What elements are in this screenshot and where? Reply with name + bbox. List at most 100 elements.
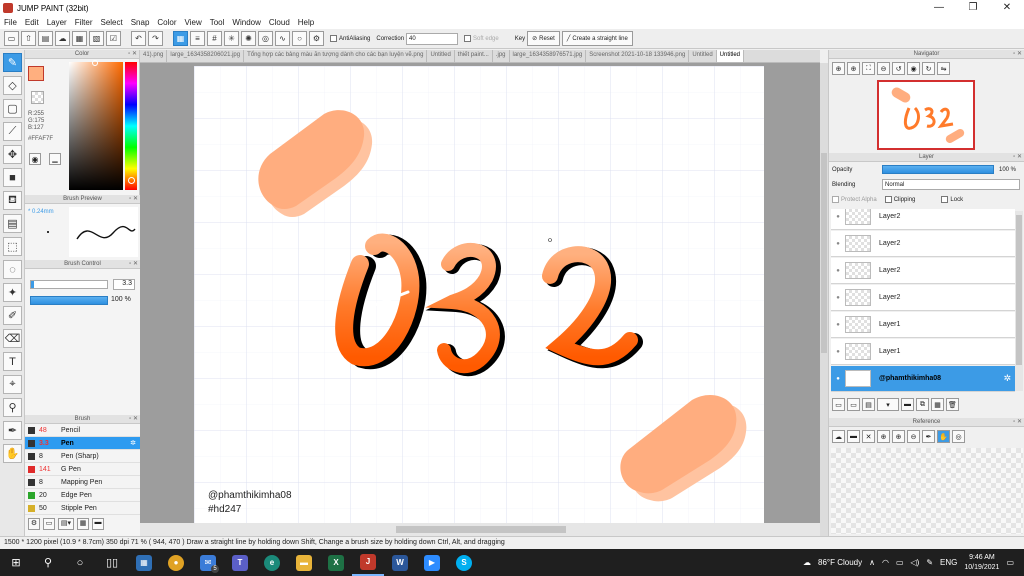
- weather-text[interactable]: 86°F Cloudy: [818, 558, 862, 567]
- lasso-tool-icon[interactable]: ◌: [3, 260, 22, 279]
- panel-close-icon[interactable]: ▫ ✕: [1013, 418, 1022, 427]
- reference-fit-icon[interactable]: ⊕: [877, 430, 890, 443]
- clock[interactable]: 9:46 AM 10/19/2021: [964, 553, 999, 573]
- word-icon[interactable]: W: [384, 549, 416, 576]
- tab-document[interactable]: Tổng hợp các bảng màu ăn tượng dành cho …: [244, 50, 428, 62]
- snap-cross-icon[interactable]: #: [207, 31, 222, 46]
- search-icon[interactable]: ⚲: [32, 549, 64, 576]
- teams-icon[interactable]: T: [224, 549, 256, 576]
- save-icon[interactable]: ▤: [38, 31, 53, 46]
- brush-item-pencil[interactable]: 48 Pencil: [25, 424, 140, 437]
- line-tool-icon[interactable]: ⟋: [3, 122, 22, 141]
- vertical-scrollbar[interactable]: [820, 63, 828, 536]
- layer-folder-icon[interactable]: ▬: [901, 398, 914, 411]
- skype-icon[interactable]: S: [448, 549, 480, 576]
- pen-tray-icon[interactable]: ✎: [926, 558, 933, 567]
- panel-close-icon[interactable]: ▫ ✕: [1013, 50, 1022, 59]
- windows-start-icon[interactable]: ⊞: [0, 549, 32, 576]
- brush-item-mapping-pen[interactable]: 8 Mapping Pen: [25, 476, 140, 489]
- excel-icon[interactable]: X: [320, 549, 352, 576]
- menu-snap[interactable]: Snap: [131, 18, 150, 27]
- reference-eyedropper-icon[interactable]: ✒: [922, 430, 935, 443]
- reference-zoom-in-icon[interactable]: ⊕: [892, 430, 905, 443]
- brush-new-icon[interactable]: ▭: [43, 518, 55, 530]
- magic-wand-icon[interactable]: ✦: [3, 283, 22, 302]
- straight-line-button[interactable]: ╱ Create a straight line: [561, 31, 633, 46]
- tab-document[interactable]: large_1634358206021.jpg: [167, 50, 245, 62]
- clipping-checkbox[interactable]: Clipping: [884, 196, 915, 203]
- layer-item[interactable]: ● Layer2: [831, 258, 1015, 284]
- pen-tool-icon[interactable]: ✎: [3, 53, 22, 72]
- protect-alpha-checkbox[interactable]: Protect Alpha: [832, 196, 877, 203]
- layer-item[interactable]: ● Layer1: [831, 339, 1015, 365]
- brush-item-edge-pen[interactable]: 20 Edge Pen: [25, 489, 140, 502]
- snap-icon[interactable]: ☑: [106, 31, 121, 46]
- antialiasing-checkbox[interactable]: AntiAliasing: [330, 35, 370, 42]
- edge-icon[interactable]: e: [256, 549, 288, 576]
- layer-mask-icon[interactable]: ▦: [931, 398, 944, 411]
- new-layer-folder-icon[interactable]: ▭: [847, 398, 860, 411]
- correction-input[interactable]: 40: [406, 32, 459, 45]
- rotate-left-icon[interactable]: ↺: [892, 62, 905, 75]
- menu-layer[interactable]: Layer: [47, 18, 67, 27]
- panel-close-icon[interactable]: ▫ ✕: [1013, 153, 1022, 162]
- snap-curve-icon[interactable]: ∿: [275, 31, 290, 46]
- layer-opacity-slider[interactable]: [882, 165, 994, 174]
- hue-slider-handle[interactable]: [128, 177, 135, 184]
- network-icon[interactable]: ◠: [882, 558, 889, 567]
- move-tool-icon[interactable]: ✥: [3, 145, 22, 164]
- panel-close-icon[interactable]: ▫ ✕: [129, 260, 138, 269]
- menu-window[interactable]: Window: [232, 18, 260, 27]
- brush-page-icon[interactable]: ▦: [77, 518, 89, 530]
- language-indicator[interactable]: ENG: [940, 558, 957, 567]
- store-icon[interactable]: ▦: [128, 549, 160, 576]
- jump-paint-icon[interactable]: J: [352, 549, 384, 576]
- tab-document[interactable]: 41).png: [140, 50, 168, 62]
- gradient-tool-icon[interactable]: ▤: [3, 214, 22, 233]
- reference-close-icon[interactable]: ✕: [862, 430, 875, 443]
- brush-item-pen[interactable]: 3.3 Pen ✲: [25, 437, 140, 450]
- brush-item-g-pen[interactable]: 141 G Pen: [25, 463, 140, 476]
- tab-document[interactable]: .jpg: [493, 50, 510, 62]
- page-icon[interactable]: ▦: [72, 31, 87, 46]
- task-view-icon[interactable]: ▯▯: [96, 549, 128, 576]
- file-explorer-icon[interactable]: ▬: [288, 549, 320, 576]
- menu-filter[interactable]: Filter: [75, 18, 93, 27]
- horizontal-scrollbar[interactable]: [140, 523, 820, 536]
- hand-tool-icon[interactable]: ✋: [3, 444, 22, 463]
- snap-vanish-icon[interactable]: ✳: [224, 31, 239, 46]
- tray-chevron-icon[interactable]: ∧: [869, 558, 875, 567]
- rect-select-tool-icon[interactable]: ▢: [3, 99, 22, 118]
- notification-icon[interactable]: ▭: [1006, 558, 1014, 567]
- reference-open-icon[interactable]: ▬: [847, 430, 860, 443]
- chrome-icon[interactable]: ●: [160, 549, 192, 576]
- layer-item[interactable]: ● Layer2: [831, 209, 1015, 230]
- volume-icon[interactable]: ◁): [911, 558, 920, 567]
- snap-ring-icon[interactable]: ○: [292, 31, 307, 46]
- battery-icon[interactable]: ▭: [896, 558, 904, 567]
- minimize-button[interactable]: —: [922, 0, 956, 16]
- layer-item-selected[interactable]: ● @phamthikimha08 ✲: [831, 366, 1015, 392]
- panel-close-icon[interactable]: ▫ ✕: [129, 415, 138, 424]
- layer-scrollbar[interactable]: [1015, 211, 1023, 391]
- mail-icon[interactable]: ✉ 5: [192, 549, 224, 576]
- menu-color[interactable]: Color: [157, 18, 176, 27]
- tab-document[interactable]: Untitled: [427, 50, 455, 62]
- hue-slider[interactable]: [125, 62, 137, 190]
- delete-layer-icon[interactable]: 🗑: [946, 398, 959, 411]
- object-tool-icon[interactable]: ⌖: [3, 375, 22, 394]
- transparent-swatch[interactable]: [31, 91, 44, 104]
- tab-document[interactable]: large_1634358976571.jpg: [510, 50, 587, 62]
- flip-icon[interactable]: ⇋: [937, 62, 950, 75]
- main-color-swatch[interactable]: [28, 66, 44, 81]
- tab-document-active[interactable]: Untitled: [716, 50, 744, 62]
- menu-tool[interactable]: Tool: [210, 18, 225, 27]
- reference-zoom-out-icon[interactable]: ⊖: [907, 430, 920, 443]
- select-pen-icon[interactable]: ✐: [3, 306, 22, 325]
- navigator-thumbnail[interactable]: [877, 80, 975, 150]
- panel-close-icon[interactable]: ▫ ✕: [129, 195, 138, 204]
- dropper-icon[interactable]: ✒: [3, 421, 22, 440]
- select-tool-icon[interactable]: ⬚: [3, 237, 22, 256]
- menu-edit[interactable]: Edit: [25, 18, 39, 27]
- maximize-button[interactable]: ❐: [956, 0, 990, 16]
